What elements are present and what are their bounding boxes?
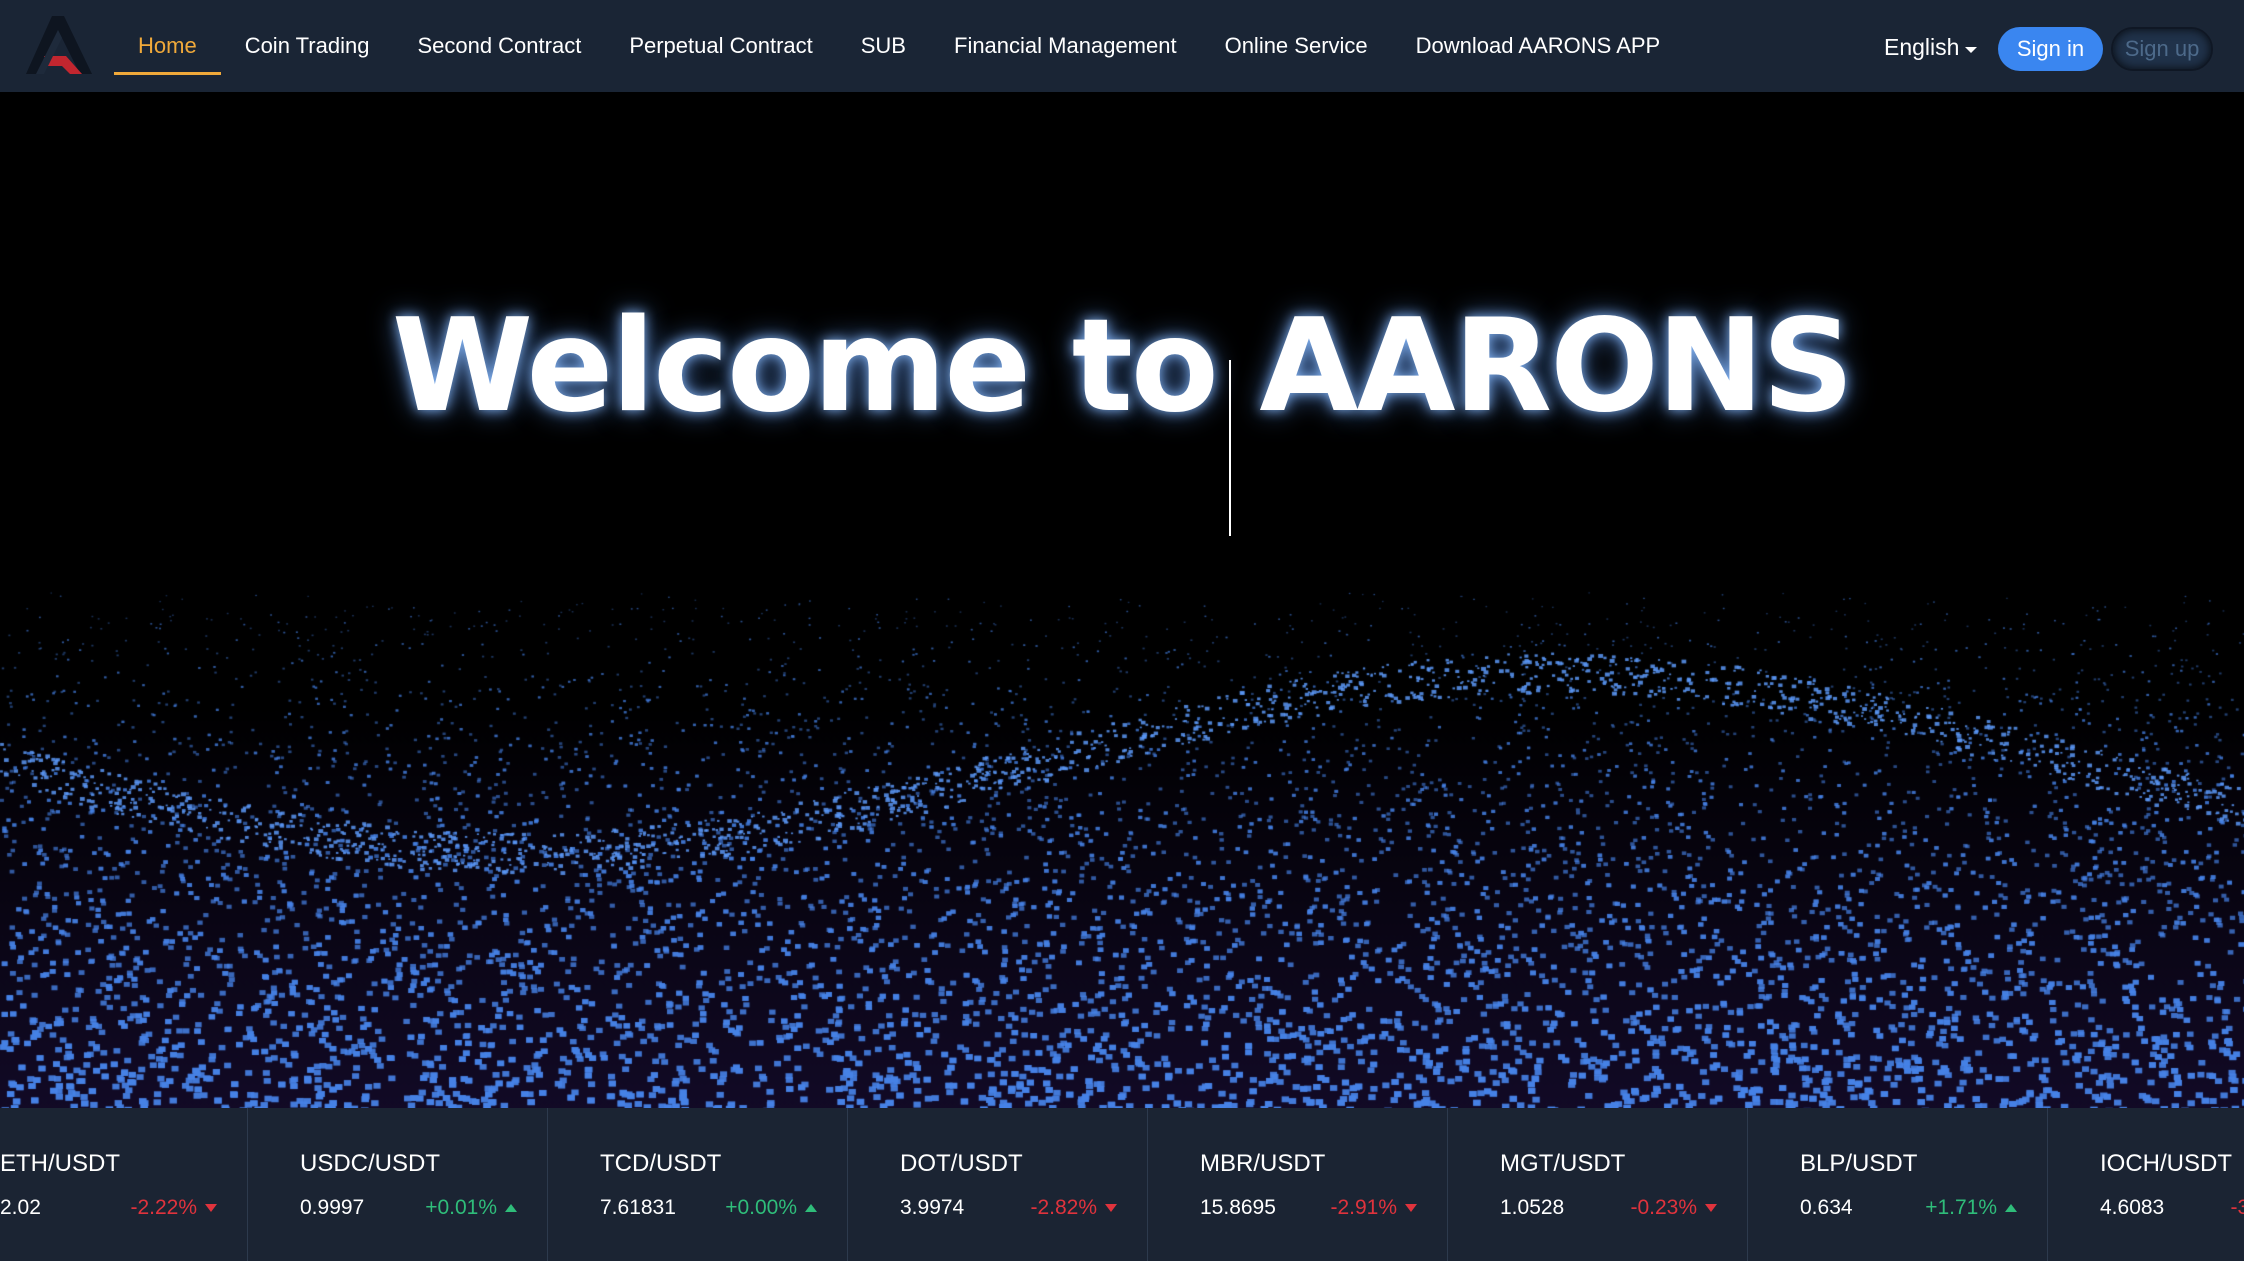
ticker-price: 3.9974 [900,1196,965,1219]
sign-in-button[interactable]: Sign in [1998,27,2103,71]
ticker-change: -0.23% [1630,1196,1717,1220]
ticker-change: +0.00% [725,1196,817,1220]
ticker-price: 4.6083 [2100,1196,2165,1219]
market-ticker: ETH/USDT 2.02 -2.22% USDC/USDT 0.9997 +0… [0,1108,2244,1261]
typing-cursor [1229,360,1231,536]
ticker-item[interactable]: BLP/USDT 0.634 +1.71% [1748,1108,2048,1261]
ticker-pair: MBR/USDT [1200,1150,1326,1177]
hero-banner: Welcome to AARONS [0,92,2244,1108]
ticker-change: +1.71% [1925,1196,2017,1220]
ticker-pair: USDC/USDT [300,1150,441,1177]
nav-download-app[interactable]: Download AARONS APP [1392,0,1685,92]
arrow-up-icon [505,1204,517,1212]
hero-title: Welcome to AARONS [391,292,1854,441]
ticker-change-value: +0.00% [725,1196,797,1219]
ticker-item[interactable]: TCD/USDT 7.61831 +0.00% [548,1108,848,1261]
sign-up-button[interactable]: Sign up [2111,27,2213,71]
ticker-change-value: -2.82% [1030,1196,1097,1219]
nav-financial-management[interactable]: Financial Management [930,0,1201,92]
ticker-change: -2.91% [1330,1196,1417,1220]
nav-coin-trading[interactable]: Coin Trading [221,0,394,92]
ticker-track: ETH/USDT 2.02 -2.22% USDC/USDT 0.9997 +0… [0,1108,2244,1261]
ticker-change-value: -3.81% [2230,1196,2244,1219]
arrow-down-icon [205,1204,217,1212]
ticker-change-value: -2.22% [130,1196,197,1219]
ticker-pair: DOT/USDT [900,1150,1023,1177]
ticker-item[interactable]: ETH/USDT 2.02 -2.22% [0,1108,248,1261]
nav-perpetual-contract[interactable]: Perpetual Contract [605,0,836,92]
arrow-down-icon [1405,1204,1417,1212]
language-label: English [1884,34,1960,60]
aarons-logo-icon[interactable] [22,12,94,78]
ticker-price: 0.9997 [300,1196,365,1219]
ticker-change-value: +1.71% [1925,1196,1997,1219]
ticker-change-value: -0.23% [1630,1196,1697,1219]
ticker-change-value: +0.01% [425,1196,497,1219]
ticker-change: -3.81% [2230,1196,2244,1220]
arrow-up-icon [805,1204,817,1212]
ticker-item[interactable]: MGT/USDT 1.0528 -0.23% [1448,1108,1748,1261]
arrow-down-icon [1705,1204,1717,1212]
nav-home[interactable]: Home [114,0,221,92]
ticker-pair: ETH/USDT [0,1150,120,1177]
ticker-change: -2.22% [130,1196,217,1220]
nav-sub[interactable]: SUB [837,0,930,92]
ticker-change-value: -2.91% [1330,1196,1397,1219]
ticker-item[interactable]: DOT/USDT 3.9974 -2.82% [848,1108,1148,1261]
ticker-change: +0.01% [425,1196,517,1220]
arrow-up-icon [2005,1204,2017,1212]
ticker-price: 0.634 [1800,1196,1853,1219]
ticker-price: 2.02 [0,1196,41,1219]
ticker-pair: IOCH/USDT [2100,1150,2232,1177]
ticker-price: 1.0528 [1500,1196,1565,1219]
arrow-down-icon [1105,1204,1117,1212]
ticker-item[interactable]: USDC/USDT 0.9997 +0.01% [248,1108,548,1261]
nav-second-contract[interactable]: Second Contract [393,0,605,92]
ticker-pair: TCD/USDT [600,1150,722,1177]
top-nav: Home Coin Trading Second Contract Perpet… [0,0,2244,92]
ticker-pair: MGT/USDT [1500,1150,1626,1177]
caret-down-icon [1965,46,1978,53]
ticker-change: -2.82% [1030,1196,1117,1220]
particle-wave-background [0,92,2244,1108]
language-selector[interactable]: English [1884,34,1978,61]
main-menu: Home Coin Trading Second Contract Perpet… [114,0,1684,92]
ticker-price: 7.61831 [600,1196,676,1219]
ticker-pair: BLP/USDT [1800,1150,1918,1177]
nav-online-service[interactable]: Online Service [1201,0,1392,92]
ticker-item[interactable]: IOCH/USDT 4.6083 -3.81% [2048,1108,2244,1261]
ticker-price: 15.8695 [1200,1196,1276,1219]
ticker-item[interactable]: MBR/USDT 15.8695 -2.91% [1148,1108,1448,1261]
